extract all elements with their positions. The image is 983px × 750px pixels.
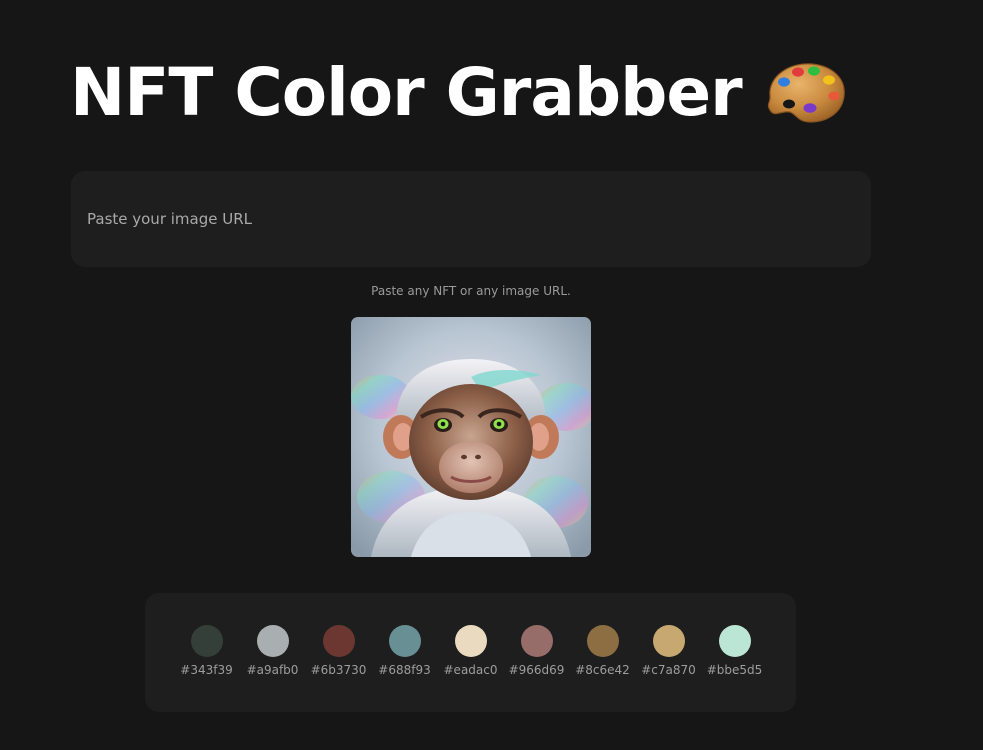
input-hint: Paste any NFT or any image URL.	[371, 284, 571, 298]
nft-preview-image	[351, 317, 591, 557]
artist-palette-icon	[767, 63, 845, 123]
color-swatch[interactable]: #8c6e42	[570, 625, 636, 677]
swatch-dot	[454, 625, 487, 657]
color-swatch[interactable]: #c7a870	[636, 625, 702, 677]
swatch-dot	[388, 625, 421, 657]
page: NFT Color Grabber Paste any NFT or any i…	[0, 0, 983, 750]
color-swatch[interactable]: #eadac0	[438, 625, 504, 677]
swatch-dot	[718, 625, 751, 657]
swatch-hex-label: #c7a870	[641, 663, 696, 677]
image-url-field[interactable]	[71, 171, 871, 267]
swatch-hex-label: #8c6e42	[575, 663, 630, 677]
color-swatch[interactable]: #688f93	[372, 625, 438, 677]
color-palette-panel: #343f39 #a9afb0 #6b3730 #688f93 #eadac0 …	[145, 593, 796, 712]
swatch-hex-label: #6b3730	[310, 663, 367, 677]
page-title: NFT Color Grabber	[70, 54, 743, 131]
swatch-hex-label: #966d69	[508, 663, 565, 677]
swatch-list: #343f39 #a9afb0 #6b3730 #688f93 #eadac0 …	[145, 625, 796, 677]
swatch-hex-label: #343f39	[180, 663, 233, 677]
swatch-hex-label: #bbe5d5	[706, 663, 763, 677]
color-swatch[interactable]: #6b3730	[306, 625, 372, 677]
image-url-input[interactable]	[71, 171, 871, 267]
swatch-dot	[322, 625, 355, 657]
swatch-dot	[586, 625, 619, 657]
swatch-dot	[190, 625, 223, 657]
color-swatch[interactable]: #343f39	[174, 625, 240, 677]
swatch-dot	[520, 625, 553, 657]
swatch-hex-label: #eadac0	[443, 663, 498, 677]
swatch-hex-label: #a9afb0	[246, 663, 299, 677]
color-swatch[interactable]: #a9afb0	[240, 625, 306, 677]
swatch-dot	[652, 625, 685, 657]
header: NFT Color Grabber	[70, 48, 848, 138]
color-swatch[interactable]: #966d69	[504, 625, 570, 677]
color-swatch[interactable]: #bbe5d5	[702, 625, 768, 677]
swatch-dot	[256, 625, 289, 657]
swatch-hex-label: #688f93	[378, 663, 431, 677]
